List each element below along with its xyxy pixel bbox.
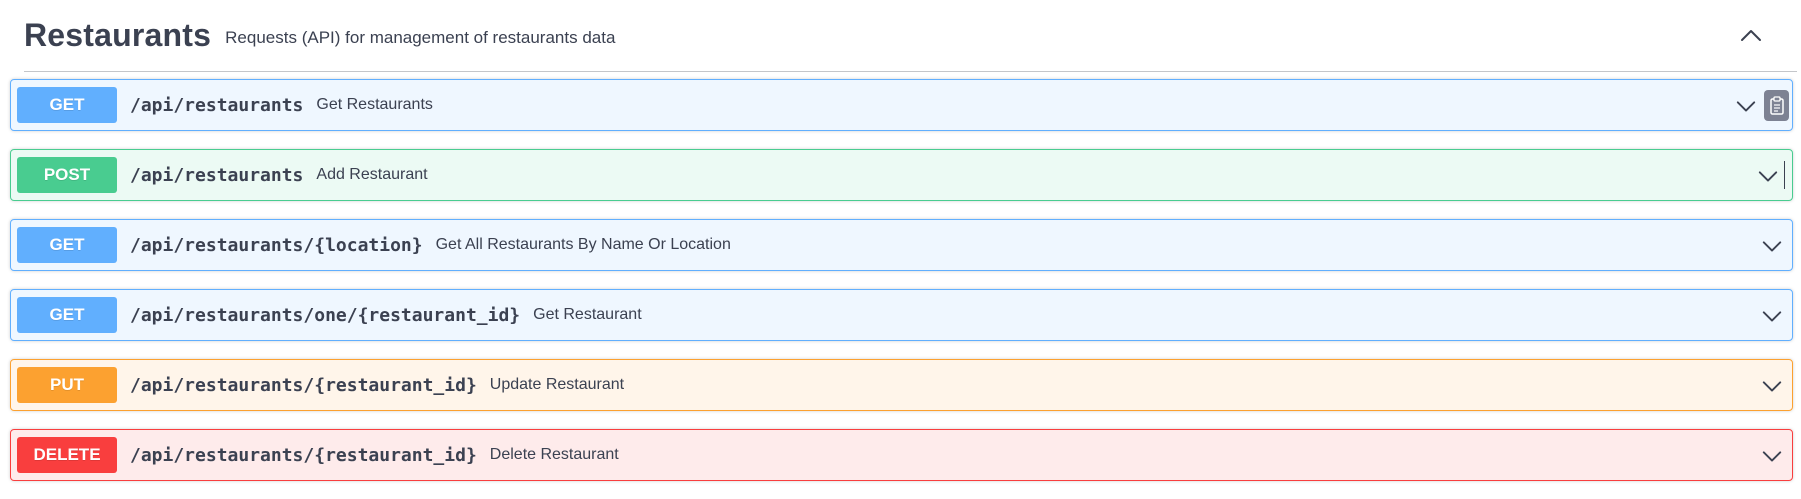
expand-operation-button[interactable]	[1754, 162, 1782, 190]
operation-get-restaurants-by-location[interactable]: GET /api/restaurants/{location} Get All …	[10, 219, 1793, 271]
tag-title[interactable]: Restaurants	[24, 17, 211, 54]
expand-operation-button[interactable]	[1758, 302, 1786, 330]
chevron-up-icon	[1741, 30, 1761, 41]
collapse-tag-button[interactable]	[1733, 18, 1769, 54]
method-badge: POST	[17, 157, 117, 193]
tag-header[interactable]: Restaurants Requests (API) for managemen…	[24, 0, 1797, 72]
chevron-down-icon	[1762, 451, 1782, 462]
operation-delete-restaurant[interactable]: DELETE /api/restaurants/{restaurant_id} …	[10, 429, 1793, 481]
method-badge: DELETE	[17, 437, 117, 473]
chevron-down-icon	[1736, 101, 1756, 112]
operation-summary: Update Restaurant	[489, 376, 625, 393]
operation-path[interactable]: /api/restaurants/{restaurant_id}	[130, 445, 477, 466]
chevron-down-icon	[1758, 171, 1778, 182]
operation-summary: Delete Restaurant	[489, 446, 619, 463]
operation-path[interactable]: /api/restaurants	[130, 165, 303, 186]
method-badge: GET	[17, 297, 117, 333]
restaurants-tag-section: Restaurants Requests (API) for managemen…	[0, 0, 1801, 490]
expand-operation-button[interactable]	[1758, 372, 1786, 400]
focus-caret	[1784, 161, 1785, 189]
expand-operation-button[interactable]	[1732, 92, 1760, 120]
operation-update-restaurant[interactable]: PUT /api/restaurants/{restaurant_id} Upd…	[10, 359, 1793, 411]
operation-summary: Get Restaurant	[533, 306, 642, 323]
expand-operation-button[interactable]	[1758, 442, 1786, 470]
operation-path[interactable]: /api/restaurants/{restaurant_id}	[130, 375, 477, 396]
copy-to-clipboard-button[interactable]	[1764, 90, 1789, 121]
method-badge: GET	[17, 87, 117, 123]
clipboard-copy-icon	[1769, 95, 1784, 115]
operation-path[interactable]: /api/restaurants/one/{restaurant_id}	[130, 305, 520, 326]
operation-summary: Add Restaurant	[316, 166, 428, 183]
operation-add-restaurant[interactable]: POST /api/restaurants Add Restaurant	[10, 149, 1793, 201]
operation-path[interactable]: /api/restaurants	[130, 95, 303, 116]
chevron-down-icon	[1762, 381, 1782, 392]
operation-summary: Get Restaurants	[316, 96, 433, 113]
method-badge: PUT	[17, 367, 117, 403]
operations-list: GET /api/restaurants Get Restaurants POS…	[10, 79, 1793, 499]
chevron-down-icon	[1762, 241, 1782, 252]
operation-summary: Get All Restaurants By Name Or Location	[435, 236, 731, 253]
method-badge: GET	[17, 227, 117, 263]
tag-description: Requests (API) for management of restaur…	[225, 27, 616, 47]
expand-operation-button[interactable]	[1758, 232, 1786, 260]
chevron-down-icon	[1762, 311, 1782, 322]
operation-get-restaurants[interactable]: GET /api/restaurants Get Restaurants	[10, 79, 1793, 131]
operation-get-restaurant[interactable]: GET /api/restaurants/one/{restaurant_id}…	[10, 289, 1793, 341]
operation-path[interactable]: /api/restaurants/{location}	[130, 235, 423, 256]
